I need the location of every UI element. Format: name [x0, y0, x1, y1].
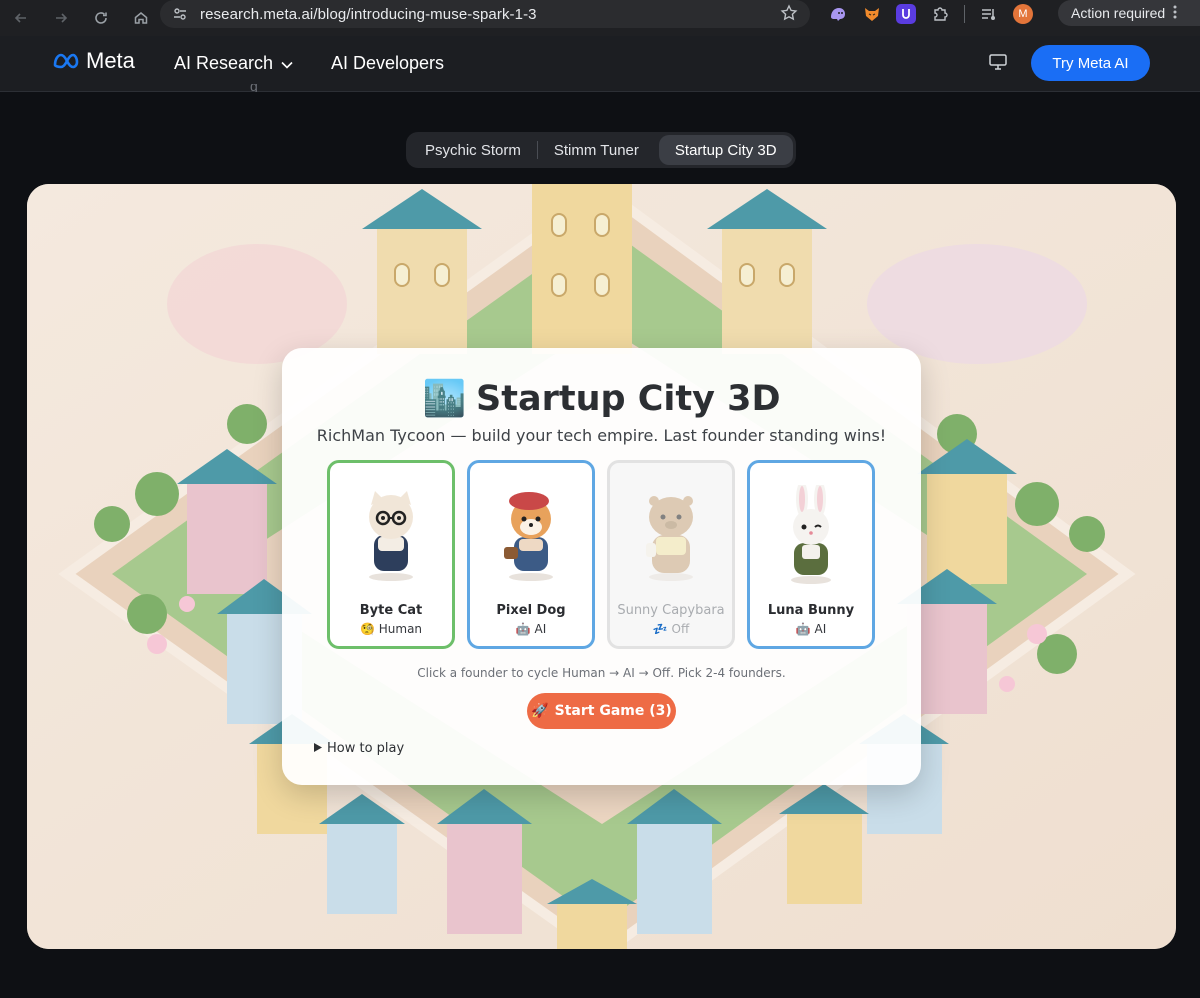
- founder-role: 🤖 AI: [750, 622, 872, 636]
- start-game-button[interactable]: 🚀 Start Game (3): [527, 693, 676, 729]
- action-required-button[interactable]: Action required: [1058, 0, 1200, 26]
- founder-role-label: AI: [814, 622, 827, 636]
- profile-avatar[interactable]: M: [1013, 4, 1033, 24]
- how-to-play-toggle[interactable]: How to play: [314, 741, 404, 756]
- kebab-menu-icon[interactable]: [1173, 5, 1177, 22]
- game-canvas[interactable]: 🏙️ Startup City 3D RichMan Tycoon — buil…: [27, 184, 1176, 949]
- nav-ai-developers[interactable]: AI Developers: [331, 53, 444, 74]
- extension-puzzle-icon[interactable]: [930, 4, 950, 24]
- nav-ai-developers-label: AI Developers: [331, 53, 445, 73]
- game-setup-dialog: 🏙️ Startup City 3D RichMan Tycoon — buil…: [282, 348, 921, 785]
- site-header: Meta AI Research AI Developers Try Meta …: [0, 36, 1200, 92]
- tab-stimm-tuner[interactable]: Stimm Tuner: [538, 135, 655, 165]
- game-subtitle: RichMan Tycoon — build your tech empire.…: [316, 426, 887, 445]
- bookmark-star-icon[interactable]: [780, 4, 798, 27]
- logo-text: Meta: [86, 48, 135, 73]
- founder-name: Sunny Capybara: [617, 603, 725, 618]
- home-icon[interactable]: [130, 7, 152, 29]
- cat-avatar-icon: [369, 491, 413, 581]
- founder-cards: Byte Cat 🧐 Human Pixel Dog 🤖 AI Sunny Ca…: [327, 460, 877, 649]
- capybara-avatar-icon: [646, 496, 693, 581]
- sleep-role-icon: 💤: [652, 622, 668, 636]
- robot-role-icon: 🤖: [795, 622, 811, 636]
- tab-psychic-storm[interactable]: Psychic Storm: [409, 135, 537, 165]
- start-game-label: Start Game (3): [554, 703, 672, 719]
- founder-selection-hint: Click a founder to cycle Human → AI → Of…: [417, 666, 786, 680]
- clipped-text-fragment: g: [250, 84, 258, 92]
- media-control-icon[interactable]: [979, 4, 999, 24]
- founder-card-byte-cat[interactable]: Byte Cat 🧐 Human: [327, 460, 455, 649]
- dog-avatar-icon: [504, 492, 553, 581]
- rocket-icon: 🚀: [531, 703, 549, 719]
- try-meta-ai-button[interactable]: Try Meta AI: [1031, 45, 1150, 81]
- founder-role-label: Human: [378, 622, 423, 636]
- founder-name: Byte Cat: [359, 603, 423, 618]
- city-icon: 🏙️: [422, 379, 467, 419]
- tab-startup-city-3d[interactable]: Startup City 3D: [658, 135, 793, 165]
- disclosure-triangle-icon: [314, 741, 322, 756]
- founder-role-label: Off: [671, 622, 690, 636]
- bunny-avatar-icon: [791, 485, 831, 584]
- founder-role: 🤖 AI: [470, 622, 592, 636]
- founder-name: Pixel Dog: [496, 603, 566, 618]
- address-bar[interactable]: research.meta.ai/blog/introducing-muse-s…: [160, 0, 810, 28]
- url-text: research.meta.ai/blog/introducing-muse-s…: [200, 5, 537, 23]
- robot-role-icon: 🤖: [515, 622, 531, 636]
- founder-role-label: AI: [534, 622, 547, 636]
- action-required-label: Action required: [1071, 5, 1166, 21]
- chevron-down-icon: [281, 53, 293, 74]
- back-icon[interactable]: [10, 7, 32, 29]
- how-to-play-label: How to play: [327, 741, 405, 756]
- fox-extension-icon[interactable]: [862, 4, 882, 24]
- nav-ai-research-label: AI Research: [174, 53, 274, 73]
- meta-logo[interactable]: Meta: [52, 48, 135, 74]
- game-title: 🏙️ Startup City 3D: [282, 378, 921, 420]
- toolbar-divider: [964, 5, 965, 23]
- founder-role: 🧐 Human: [330, 622, 452, 636]
- founder-card-sunny-capybara[interactable]: Sunny Capybara 💤 Off: [607, 460, 735, 649]
- site-info-icon[interactable]: [172, 5, 190, 23]
- monitor-icon[interactable]: [988, 53, 1008, 76]
- nav-ai-research[interactable]: AI Research: [174, 53, 293, 74]
- forward-icon[interactable]: [50, 7, 72, 29]
- reload-icon[interactable]: [90, 7, 112, 29]
- founder-name: Luna Bunny: [767, 603, 855, 618]
- rabbit-extension-icon[interactable]: [896, 4, 916, 24]
- meta-infinity-icon: [53, 53, 79, 69]
- game-title-text: Startup City 3D: [476, 378, 781, 419]
- founder-role: 💤 Off: [610, 622, 732, 636]
- human-role-icon: 🧐: [359, 622, 375, 636]
- founder-card-luna-bunny[interactable]: Luna Bunny 🤖 AI: [747, 460, 875, 649]
- demo-tabs: Psychic Storm Stimm Tuner Startup City 3…: [406, 132, 796, 168]
- founder-card-pixel-dog[interactable]: Pixel Dog 🤖 AI: [467, 460, 595, 649]
- extension-bar: M: [828, 2, 1033, 26]
- ghost-extension-icon[interactable]: [828, 4, 848, 24]
